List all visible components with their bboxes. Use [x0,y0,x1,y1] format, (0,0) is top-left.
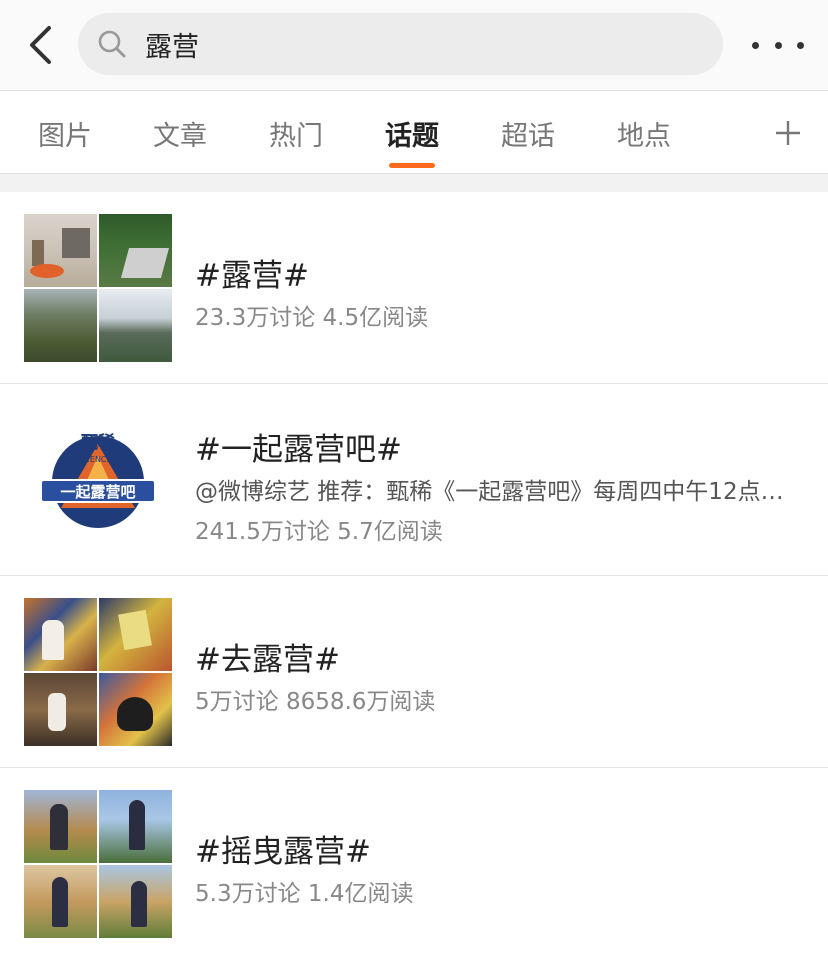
thumbnail-image [99,289,172,362]
topic-thumbnail [24,598,172,746]
tab-topics-label: 话题 [385,120,439,152]
chevron-left-icon [30,26,51,64]
topic-row[interactable]: #去露营# 5万讨论 8658.6万阅读 [0,576,828,768]
tab-places[interactable]: 地点 [617,91,671,175]
show-logo-icon: 甄稀 ZENCE 一起露营吧 [40,432,156,528]
section-divider [0,174,828,192]
topic-stats: 23.3万讨论 4.5亿阅读 [195,305,429,331]
thumbnail-image [24,790,97,863]
active-tab-indicator [389,163,435,168]
topic-thumbnail [24,214,172,362]
dot-icon [774,41,782,49]
top-bar: 露营 [0,0,828,90]
search-query: 露营 [145,31,199,63]
dot-icon [752,41,759,49]
tab-articles[interactable]: 文章 [153,91,207,175]
logo-brand-text: 甄稀 [81,432,115,453]
topic-thumbnail [24,790,172,938]
thumbnail-image [24,598,97,671]
topic-description: @微博综艺 推荐：甄稀《一起露营吧》每周四中午12点爱奇艺播出 [195,479,785,505]
tab-images[interactable]: 图片 [38,91,92,175]
thumbnail-image [24,289,97,362]
tab-hot[interactable]: 热门 [269,91,323,175]
topic-row[interactable]: 甄稀 ZENCE 一起露营吧 #一起露营吧# @微博综艺 推荐：甄稀《一起露营吧… [0,384,828,576]
topic-title: #一起露营吧# [195,432,402,468]
tab-topics[interactable]: 话题 [385,91,439,175]
search-input[interactable]: 露营 [78,13,723,75]
thumbnail-image [99,673,172,746]
topic-title: #摇曳露营# [195,834,371,870]
thumbnail-image [24,214,97,287]
tab-bar: 图片 文章 热门 话题 超话 地点 [0,90,828,174]
tab-super-topics[interactable]: 超话 [501,91,555,175]
thumbnail-image [99,598,172,671]
topic-title: #露营# [195,258,309,294]
search-icon [95,27,129,61]
logo-tagline-text: ZENCE [84,455,111,464]
show-logo: 甄稀 ZENCE 一起露营吧 [24,406,172,554]
thumbnail-image [99,865,172,938]
logo-show-text: 一起露营吧 [60,483,135,501]
topic-row[interactable]: #摇曳露营# 5.3万讨论 1.4亿阅读 [0,768,828,961]
thumbnail-image [24,865,97,938]
topic-title: #去露营# [195,642,340,678]
thumbnail-image [24,673,97,746]
topic-stats: 241.5万讨论 5.7亿阅读 [195,519,443,545]
topic-stats: 5万讨论 8658.6万阅读 [195,689,436,715]
more-options-button[interactable] [752,30,804,60]
topic-row[interactable]: #露营# 23.3万讨论 4.5亿阅读 [0,192,828,384]
plus-icon [776,121,800,145]
back-button[interactable] [20,22,60,68]
dot-icon [797,41,804,49]
topic-stats: 5.3万讨论 1.4亿阅读 [195,881,414,907]
thumbnail-image [99,790,172,863]
add-tab-button[interactable] [764,91,812,175]
thumbnail-image [99,214,172,287]
